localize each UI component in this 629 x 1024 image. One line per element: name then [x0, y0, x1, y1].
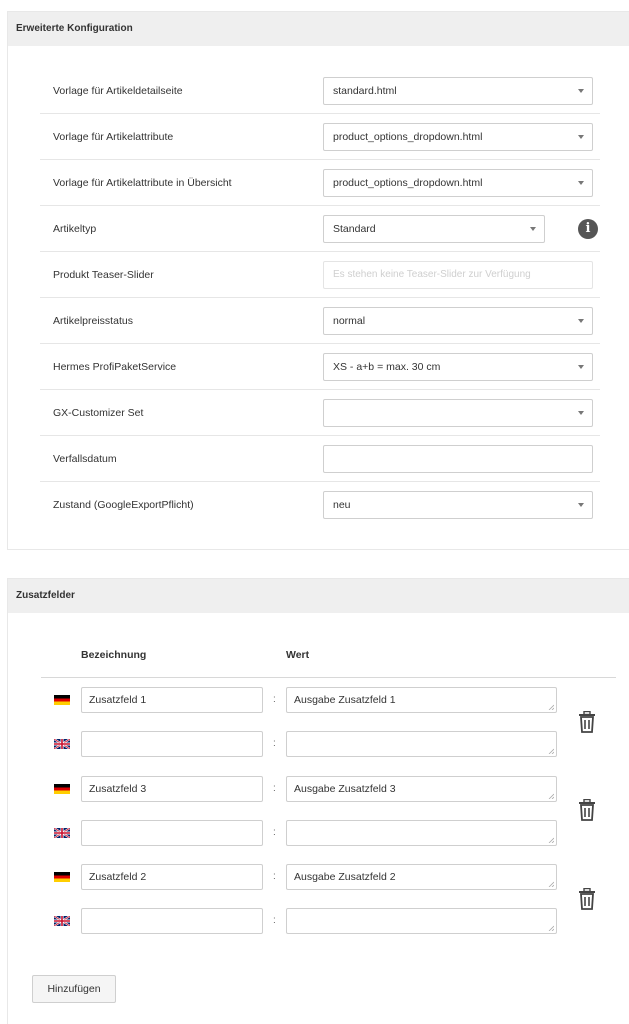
selected-value: product_options_dropdown.html — [333, 177, 483, 189]
field-label: Vorlage für Artikelattribute — [53, 131, 174, 143]
chevron-down-icon — [578, 411, 584, 415]
input-value: Ausgabe Zusatzfeld 2 — [294, 871, 396, 883]
separator: : — [273, 871, 276, 882]
config-row-teaser-slider: Produkt Teaser-Slider Es stehen keine Te… — [40, 252, 600, 298]
add-extra-field-button[interactable]: Hinzufügen — [32, 975, 116, 1003]
chevron-down-icon — [578, 319, 584, 323]
column-header-value: Wert — [286, 649, 310, 661]
resize-grip-icon[interactable] — [548, 881, 554, 887]
extra-field-name-input[interactable]: Zusatzfeld 3 — [81, 776, 263, 802]
selected-value: normal — [333, 315, 366, 327]
extra-field-value-textarea[interactable]: Ausgabe Zusatzfeld 3 — [286, 776, 557, 802]
resize-grip-icon[interactable] — [548, 793, 554, 799]
config-row-overview-attribute-template: Vorlage für Artikelattribute in Übersich… — [40, 160, 600, 206]
chevron-down-icon — [578, 181, 584, 185]
config-row-price-status: Artikelpreisstatus normal — [40, 298, 600, 344]
trash-icon[interactable] — [578, 799, 596, 821]
chevron-down-icon — [578, 89, 584, 93]
extra-field-name-input[interactable]: Zusatzfeld 1 — [81, 687, 263, 713]
hermes-service-select[interactable]: XS - a+b = max. 30 cm — [323, 353, 593, 381]
config-row-condition: Zustand (GoogleExportPflicht) neu — [40, 482, 600, 528]
extra-field-value-textarea[interactable] — [286, 908, 557, 934]
extra-field-value-textarea[interactable]: Ausgabe Zusatzfeld 1 — [286, 687, 557, 713]
trash-icon[interactable] — [578, 711, 596, 733]
field-label: Verfallsdatum — [53, 453, 117, 465]
panel-title: Erweiterte Konfiguration — [8, 12, 629, 46]
flag-de-icon — [54, 784, 70, 794]
flag-uk-icon — [54, 916, 70, 926]
separator: : — [273, 694, 276, 705]
field-label: Hermes ProfiPaketService — [53, 361, 177, 373]
panel-title: Zusatzfelder — [8, 579, 629, 613]
input-value: Zusatzfeld 2 — [89, 871, 147, 883]
teaser-slider-select: Es stehen keine Teaser-Slider zur Verfüg… — [323, 261, 593, 289]
field-label: Artikeltyp — [53, 223, 97, 235]
condition-select[interactable]: neu — [323, 491, 593, 519]
config-row-expiry-date: Verfallsdatum — [40, 436, 600, 482]
selected-value: product_options_dropdown.html — [333, 131, 483, 143]
field-label: GX-Customizer Set — [53, 407, 144, 419]
config-row-product-type: Artikeltyp Standard i — [40, 206, 600, 252]
selected-value: neu — [333, 499, 351, 511]
customizer-set-select[interactable] — [323, 399, 593, 427]
field-label: Vorlage für Artikelattribute in Übersich… — [53, 177, 232, 189]
resize-grip-icon[interactable] — [548, 837, 554, 843]
flag-uk-icon — [54, 828, 70, 838]
input-value: Ausgabe Zusatzfeld 1 — [294, 694, 396, 706]
flag-de-icon — [54, 695, 70, 705]
chevron-down-icon — [530, 227, 536, 231]
extra-field-value-textarea[interactable] — [286, 731, 557, 757]
field-label: Artikelpreisstatus — [53, 315, 133, 327]
extra-field-name-input[interactable] — [81, 731, 263, 757]
info-icon[interactable]: i — [578, 219, 598, 239]
extra-field-value-textarea[interactable]: Ausgabe Zusatzfeld 2 — [286, 864, 557, 890]
chevron-down-icon — [578, 503, 584, 507]
detail-template-select[interactable]: standard.html — [323, 77, 593, 105]
input-value: Ausgabe Zusatzfeld 3 — [294, 783, 396, 795]
divider — [41, 677, 616, 678]
column-header-name: Bezeichnung — [81, 649, 147, 661]
input-value: Zusatzfeld 1 — [89, 694, 147, 706]
resize-grip-icon[interactable] — [548, 748, 554, 754]
selected-value: XS - a+b = max. 30 cm — [333, 361, 441, 373]
input-value: Zusatzfeld 3 — [89, 783, 147, 795]
field-label: Vorlage für Artikeldetailseite — [53, 85, 183, 97]
attribute-template-select[interactable]: product_options_dropdown.html — [323, 123, 593, 151]
separator: : — [273, 827, 276, 838]
separator: : — [273, 738, 276, 749]
separator: : — [273, 783, 276, 794]
advanced-config-panel: Erweiterte Konfiguration Vorlage für Art… — [7, 11, 629, 550]
field-label: Zustand (GoogleExportPflicht) — [53, 499, 194, 511]
flag-de-icon — [54, 872, 70, 882]
placeholder-text: Es stehen keine Teaser-Slider zur Verfüg… — [333, 269, 531, 280]
extra-fields-panel: Zusatzfelder Bezeichnung Wert Zusatzfeld… — [7, 578, 629, 1024]
extra-field-value-textarea[interactable] — [286, 820, 557, 846]
flag-uk-icon — [54, 739, 70, 749]
resize-grip-icon[interactable] — [548, 925, 554, 931]
extra-field-name-input[interactable] — [81, 908, 263, 934]
config-row-detail-template: Vorlage für Artikeldetailseite standard.… — [40, 68, 600, 114]
expiry-date-input[interactable] — [323, 445, 593, 473]
overview-attribute-template-select[interactable]: product_options_dropdown.html — [323, 169, 593, 197]
config-row-customizer-set: GX-Customizer Set — [40, 390, 600, 436]
trash-icon[interactable] — [578, 888, 596, 910]
extra-field-name-input[interactable]: Zusatzfeld 2 — [81, 864, 263, 890]
chevron-down-icon — [578, 365, 584, 369]
resize-grip-icon[interactable] — [548, 704, 554, 710]
separator: : — [273, 915, 276, 926]
field-label: Produkt Teaser-Slider — [53, 269, 154, 281]
selected-value: standard.html — [333, 85, 397, 97]
product-type-select[interactable]: Standard — [323, 215, 545, 243]
extra-field-name-input[interactable] — [81, 820, 263, 846]
config-row-hermes: Hermes ProfiPaketService XS - a+b = max.… — [40, 344, 600, 390]
chevron-down-icon — [578, 135, 584, 139]
selected-value: Standard — [333, 223, 376, 235]
price-status-select[interactable]: normal — [323, 307, 593, 335]
config-row-attribute-template: Vorlage für Artikelattribute product_opt… — [40, 114, 600, 160]
